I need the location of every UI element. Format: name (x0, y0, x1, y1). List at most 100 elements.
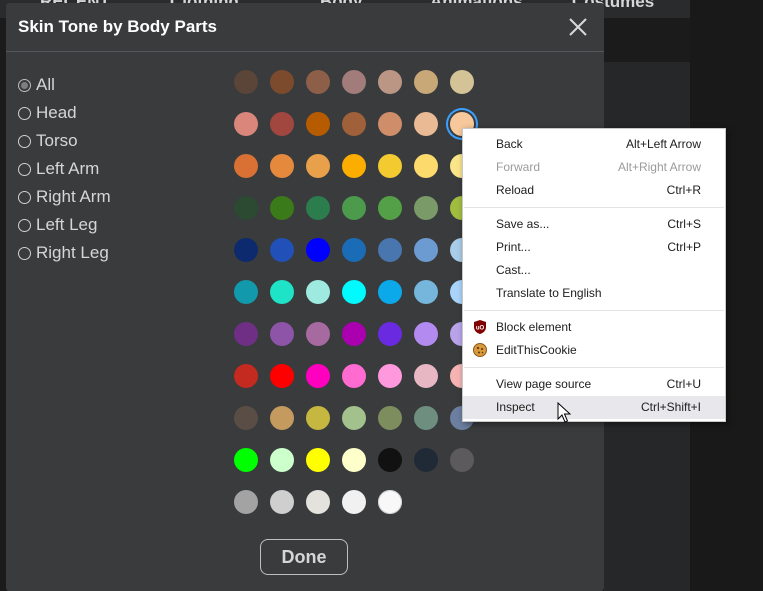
color-swatch[interactable] (234, 364, 258, 388)
radio-left-leg[interactable]: Left Leg (18, 211, 111, 239)
radio-all[interactable]: All (18, 71, 111, 99)
color-swatch[interactable] (378, 238, 402, 262)
color-swatch[interactable] (342, 70, 366, 94)
radio-button[interactable] (18, 78, 31, 92)
color-swatch[interactable] (306, 490, 330, 514)
radio-label: Right Arm (36, 187, 111, 206)
color-swatch[interactable] (306, 280, 330, 304)
color-swatch[interactable] (414, 406, 438, 430)
color-swatch[interactable] (342, 364, 366, 388)
color-swatch[interactable] (342, 280, 366, 304)
color-swatch[interactable] (234, 322, 258, 346)
menu-item-back[interactable]: Back Alt+Left Arrow (463, 133, 725, 156)
color-swatch[interactable] (378, 280, 402, 304)
radio-right-arm[interactable]: Right Arm (18, 183, 111, 211)
radio-head[interactable]: Head (18, 99, 111, 127)
menu-item-print[interactable]: Print... Ctrl+P (463, 236, 725, 259)
color-swatch[interactable] (234, 238, 258, 262)
menu-item-block-element[interactable]: uO Block element (463, 316, 725, 339)
menu-item-editthiscookie[interactable]: EditThisCookie (463, 339, 725, 362)
color-swatch[interactable] (306, 154, 330, 178)
color-swatch[interactable] (342, 154, 366, 178)
color-swatch[interactable] (234, 280, 258, 304)
radio-torso[interactable]: Torso (18, 127, 111, 155)
close-icon (569, 18, 587, 36)
menu-item-view-source[interactable]: View page source Ctrl+U (463, 373, 725, 396)
color-swatch[interactable] (270, 70, 294, 94)
menu-item-cast[interactable]: Cast... (463, 259, 725, 282)
radio-button[interactable] (18, 218, 31, 232)
color-swatch[interactable] (450, 448, 474, 472)
color-swatch[interactable] (378, 112, 402, 136)
color-swatch[interactable] (378, 448, 402, 472)
color-swatch[interactable] (270, 322, 294, 346)
color-swatch[interactable] (270, 280, 294, 304)
radio-button[interactable] (18, 190, 31, 204)
close-button[interactable] (565, 14, 591, 40)
color-swatch[interactable] (414, 364, 438, 388)
color-swatch[interactable] (306, 364, 330, 388)
color-swatch[interactable] (234, 448, 258, 472)
color-swatch[interactable] (234, 154, 258, 178)
color-swatch[interactable] (378, 364, 402, 388)
color-swatch[interactable] (306, 406, 330, 430)
color-swatch[interactable] (270, 154, 294, 178)
color-swatch[interactable] (378, 154, 402, 178)
color-swatch[interactable] (414, 196, 438, 220)
color-swatch[interactable] (306, 448, 330, 472)
color-swatch[interactable] (378, 490, 402, 514)
color-swatch[interactable] (414, 154, 438, 178)
color-swatch[interactable] (414, 112, 438, 136)
color-swatch[interactable] (342, 196, 366, 220)
color-swatch[interactable] (234, 196, 258, 220)
color-swatch[interactable] (306, 322, 330, 346)
menu-item-forward[interactable]: Forward Alt+Right Arrow (463, 156, 725, 179)
menu-item-label: Reload (496, 183, 535, 197)
radio-button[interactable] (18, 106, 31, 120)
color-swatch[interactable] (270, 196, 294, 220)
color-swatch[interactable] (342, 112, 366, 136)
color-swatch[interactable] (270, 112, 294, 136)
color-swatch[interactable] (306, 238, 330, 262)
color-swatch[interactable] (414, 280, 438, 304)
radio-button[interactable] (18, 134, 31, 148)
color-swatch[interactable] (270, 364, 294, 388)
color-swatch[interactable] (378, 406, 402, 430)
ublock-origin-icon: uO (474, 320, 486, 334)
color-swatch[interactable] (378, 70, 402, 94)
color-swatch[interactable] (378, 322, 402, 346)
done-button[interactable]: Done (260, 539, 348, 575)
radio-button[interactable] (18, 246, 31, 260)
color-swatch[interactable] (414, 322, 438, 346)
menu-item-save-as[interactable]: Save as... Ctrl+S (463, 213, 725, 236)
color-swatch[interactable] (414, 70, 438, 94)
color-swatch[interactable] (306, 112, 330, 136)
radio-button[interactable] (18, 162, 31, 176)
color-swatch[interactable] (378, 196, 402, 220)
color-swatch[interactable] (306, 196, 330, 220)
body-part-radio-group: All Head Torso Left Arm Right Arm Left L… (18, 71, 111, 267)
color-swatch[interactable] (234, 70, 258, 94)
color-swatch[interactable] (342, 406, 366, 430)
color-swatch[interactable] (342, 448, 366, 472)
color-swatch[interactable] (414, 448, 438, 472)
menu-item-reload[interactable]: Reload Ctrl+R (463, 179, 725, 202)
color-swatch[interactable] (270, 238, 294, 262)
color-swatch[interactable] (234, 490, 258, 514)
color-swatch[interactable] (342, 490, 366, 514)
color-swatch[interactable] (270, 490, 294, 514)
color-swatch[interactable] (414, 238, 438, 262)
color-swatch[interactable] (306, 70, 330, 94)
menu-item-inspect[interactable]: Inspect Ctrl+Shift+I (463, 396, 725, 419)
color-swatch[interactable] (270, 406, 294, 430)
color-swatch[interactable] (342, 322, 366, 346)
radio-left-arm[interactable]: Left Arm (18, 155, 111, 183)
color-swatch[interactable] (234, 406, 258, 430)
color-swatch[interactable] (450, 70, 474, 94)
color-swatch[interactable] (234, 112, 258, 136)
color-swatch[interactable] (270, 448, 294, 472)
menu-item-label: View page source (496, 377, 592, 391)
color-swatch[interactable] (342, 238, 366, 262)
radio-right-leg[interactable]: Right Leg (18, 239, 111, 267)
menu-item-translate[interactable]: Translate to English (463, 282, 725, 305)
